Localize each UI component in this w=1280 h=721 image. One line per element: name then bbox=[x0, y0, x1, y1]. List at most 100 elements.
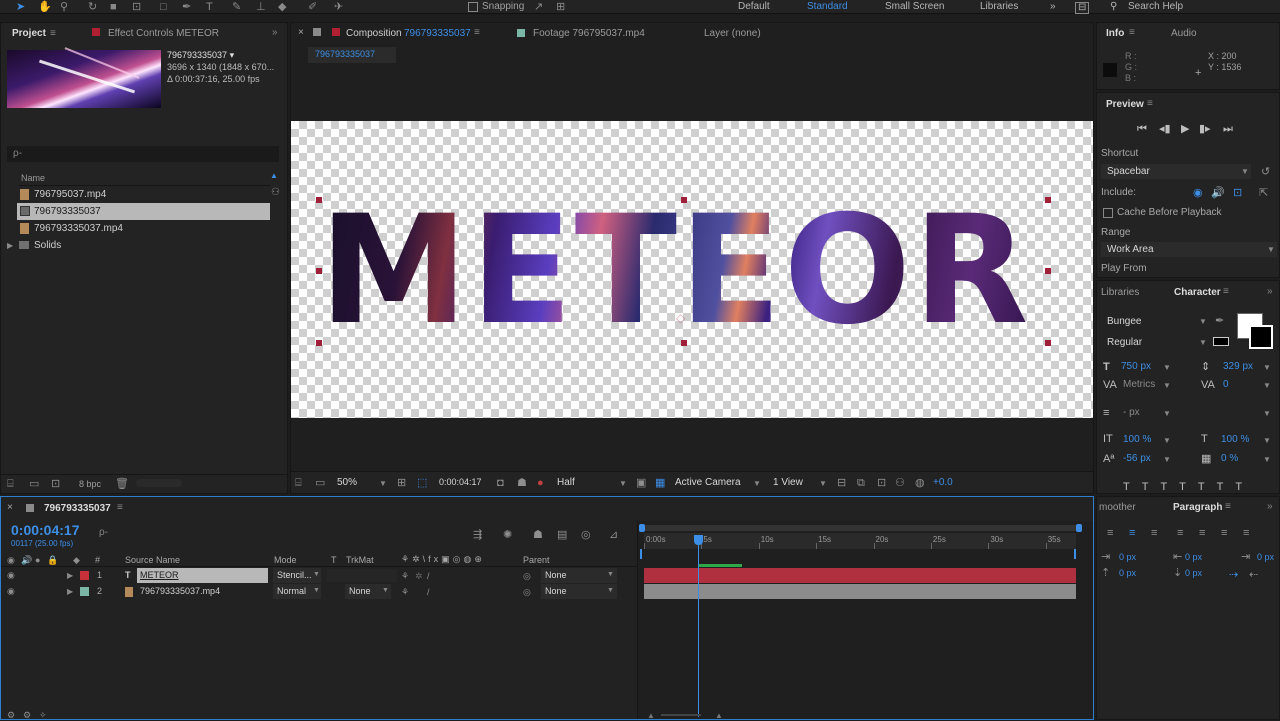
project-item[interactable]: 796793335037.mp4 bbox=[17, 220, 270, 237]
sort-icon[interactable]: ▲ bbox=[270, 171, 278, 180]
quality-switch-icon[interactable]: / bbox=[427, 586, 430, 598]
layer-label-color[interactable] bbox=[80, 571, 89, 580]
space-before-value[interactable]: 0 px bbox=[1119, 568, 1136, 578]
view-layout-dropdown[interactable]: 1 View bbox=[773, 477, 803, 488]
snapshot-icon[interactable]: ◘ bbox=[497, 477, 504, 489]
rotate-tool-icon[interactable]: ↻ bbox=[88, 0, 97, 14]
bbox-handle[interactable] bbox=[316, 197, 322, 203]
expand-panels-icon[interactable]: » bbox=[1267, 501, 1273, 512]
transparency-grid-icon[interactable]: ▦ bbox=[655, 477, 665, 489]
pan-behind-tool-icon[interactable]: ⊡ bbox=[132, 0, 141, 14]
motion-blur-icon[interactable]: ◎ bbox=[581, 529, 591, 541]
always-preview-icon[interactable]: ⌸ bbox=[295, 477, 302, 489]
rtl-direction-icon[interactable]: ⇠ bbox=[1249, 569, 1258, 581]
vertical-scale-value[interactable]: 100 % bbox=[1123, 434, 1151, 445]
expand-layer-icon[interactable]: ▶ bbox=[67, 571, 73, 580]
tab-paragraph[interactable]: Paragraph bbox=[1173, 502, 1222, 513]
toggle-render-icon[interactable]: ✧ bbox=[39, 709, 47, 721]
bbox-handle[interactable] bbox=[681, 340, 687, 346]
include-overlays-icon[interactable]: ⊡ bbox=[1233, 187, 1242, 199]
time-ruler[interactable]: 0:00s 5s 10s 15s 20s 25s 30s 35s bbox=[644, 533, 1076, 549]
toggle-pixel-aspect-icon[interactable]: ⊟ bbox=[837, 477, 846, 489]
fast-previews-icon[interactable]: ⧉ bbox=[857, 477, 865, 489]
source-name-header[interactable]: Source Name bbox=[125, 555, 180, 565]
stroke-width-value[interactable]: - px bbox=[1123, 407, 1140, 418]
workspace-libraries[interactable]: Libraries bbox=[980, 0, 1018, 14]
layer-1-bar[interactable] bbox=[644, 568, 1076, 583]
workspace-default[interactable]: Default bbox=[738, 0, 770, 14]
timeline-layer-row[interactable]: ◉ ▶ 1 T METEOR Stencil... ▼ ⚘ ✲ / ◎ None… bbox=[1, 568, 637, 583]
thumbnail-slider[interactable] bbox=[136, 479, 182, 487]
region-of-interest-icon[interactable]: ▣ bbox=[636, 477, 646, 489]
exposure-value[interactable]: +0.0 bbox=[933, 477, 953, 488]
brush-tool-icon[interactable]: ✎ bbox=[232, 0, 241, 14]
comp-breadcrumb[interactable]: 796793335037 bbox=[308, 47, 396, 63]
first-frame-icon[interactable]: ⏮ bbox=[1137, 123, 1147, 135]
black-swatch[interactable] bbox=[1213, 337, 1229, 346]
include-audio-icon[interactable]: 🔊 bbox=[1211, 187, 1225, 199]
justify-center-icon[interactable]: ≡ bbox=[1199, 527, 1205, 539]
parent-dropdown[interactable]: None ▼ bbox=[541, 568, 617, 583]
layer-2-bar[interactable] bbox=[644, 584, 1076, 599]
faux-styles-icon[interactable]: TTTTTTT bbox=[1123, 481, 1254, 493]
bbox-handle[interactable] bbox=[1045, 340, 1051, 346]
project-item[interactable]: 796795037.mp4 bbox=[17, 186, 270, 203]
reset-exposure-icon[interactable]: ◍ bbox=[915, 477, 925, 489]
font-family-dropdown[interactable]: Bungee ▼ bbox=[1101, 314, 1209, 329]
space-after-value[interactable]: 0 px bbox=[1185, 568, 1202, 578]
pen-tool-icon[interactable]: ✒ bbox=[182, 0, 191, 14]
last-frame-icon[interactable]: ⏭ bbox=[1223, 123, 1233, 135]
tab-composition-name[interactable]: 796793335037 bbox=[404, 28, 471, 39]
tsume-value[interactable]: 0 % bbox=[1221, 453, 1238, 464]
tab-info[interactable]: Info bbox=[1106, 28, 1124, 39]
timeline-search-icon[interactable]: ρ- bbox=[99, 527, 108, 538]
tab-layer[interactable]: Layer (none) bbox=[704, 28, 761, 39]
horizontal-scale-value[interactable]: 100 % bbox=[1221, 434, 1249, 445]
expand-panels-icon[interactable]: » bbox=[1267, 286, 1273, 297]
align-left-icon[interactable]: ≡ bbox=[1107, 527, 1113, 539]
stroke-type-dropdown[interactable]: ▼ bbox=[1263, 409, 1271, 418]
tab-libraries[interactable]: Libraries bbox=[1101, 287, 1139, 298]
indent-right-value[interactable]: 0 px bbox=[1185, 552, 1202, 562]
delete-icon[interactable]: 🗑 bbox=[115, 478, 129, 490]
timeline-timecode[interactable]: 0:00:04:17 bbox=[11, 522, 80, 538]
range-dropdown[interactable]: Work Area ▼ bbox=[1101, 242, 1277, 257]
interpret-footage-icon[interactable]: ⌸ bbox=[7, 478, 14, 490]
tab-footage[interactable]: Footage 796795037.mp4 bbox=[533, 28, 645, 39]
workspace-menu-icon[interactable]: ⊟ bbox=[1075, 2, 1090, 14]
tab-project[interactable]: Project bbox=[12, 28, 46, 39]
collapse-switch-icon[interactable]: ⚘ bbox=[401, 570, 409, 582]
channel-icon[interactable]: ● bbox=[537, 477, 544, 489]
timeline-menu-icon[interactable]: ≡ bbox=[117, 502, 123, 513]
bbox-handle[interactable] bbox=[1045, 197, 1051, 203]
anchor-point-icon[interactable]: ◇ bbox=[676, 311, 685, 325]
viewer-timecode[interactable]: 0:00:04:17 bbox=[439, 477, 482, 487]
work-area-end[interactable] bbox=[1074, 549, 1076, 559]
composition-menu-icon[interactable]: ≡ bbox=[474, 27, 480, 38]
flowchart-icon[interactable]: ⚇ bbox=[271, 187, 280, 198]
snap-icon[interactable]: ↗ bbox=[534, 0, 543, 14]
new-folder-icon[interactable]: ▭ bbox=[29, 478, 39, 490]
first-line-indent-value[interactable]: 0 px bbox=[1257, 552, 1274, 562]
search-help-field[interactable]: Search Help bbox=[1128, 0, 1183, 14]
mode-dropdown[interactable]: Normal ▼ bbox=[273, 584, 321, 599]
lock-icon[interactable] bbox=[313, 28, 321, 36]
time-graph[interactable]: 0:00s 5s 10s 15s 20s 25s 30s 35s bbox=[637, 521, 1093, 719]
project-search-input[interactable]: ρ- bbox=[7, 146, 279, 162]
baseline-shift-value[interactable]: -56 px bbox=[1123, 453, 1151, 464]
justify-right-icon[interactable]: ≡ bbox=[1221, 527, 1227, 539]
thumb-name[interactable]: 796793335037 ▾ bbox=[167, 50, 234, 61]
reset-icon[interactable]: ↺ bbox=[1261, 166, 1270, 178]
timeline-zoom-slider[interactable] bbox=[661, 714, 701, 716]
project-item[interactable]: 796793335037 bbox=[17, 203, 270, 220]
parent-pick-whip-icon[interactable]: ◎ bbox=[523, 586, 531, 598]
bbox-handle[interactable] bbox=[681, 197, 687, 203]
mode-dropdown[interactable]: Stencil... ▼ bbox=[273, 568, 321, 583]
timeline-layer-row[interactable]: ◉ ▶ 2 796793335037.mp4 Normal ▼ None ▼ ⚘… bbox=[1, 584, 637, 599]
align-center-icon[interactable]: ≡ bbox=[1129, 527, 1135, 539]
toggle-modes-icon[interactable]: ⚙ bbox=[23, 709, 31, 721]
leading-value[interactable]: 329 px bbox=[1223, 361, 1253, 372]
draft-3d-icon[interactable]: ✺ bbox=[503, 529, 512, 541]
kerning-value[interactable]: Metrics bbox=[1123, 379, 1155, 390]
indent-left-value[interactable]: 0 px bbox=[1119, 552, 1136, 562]
